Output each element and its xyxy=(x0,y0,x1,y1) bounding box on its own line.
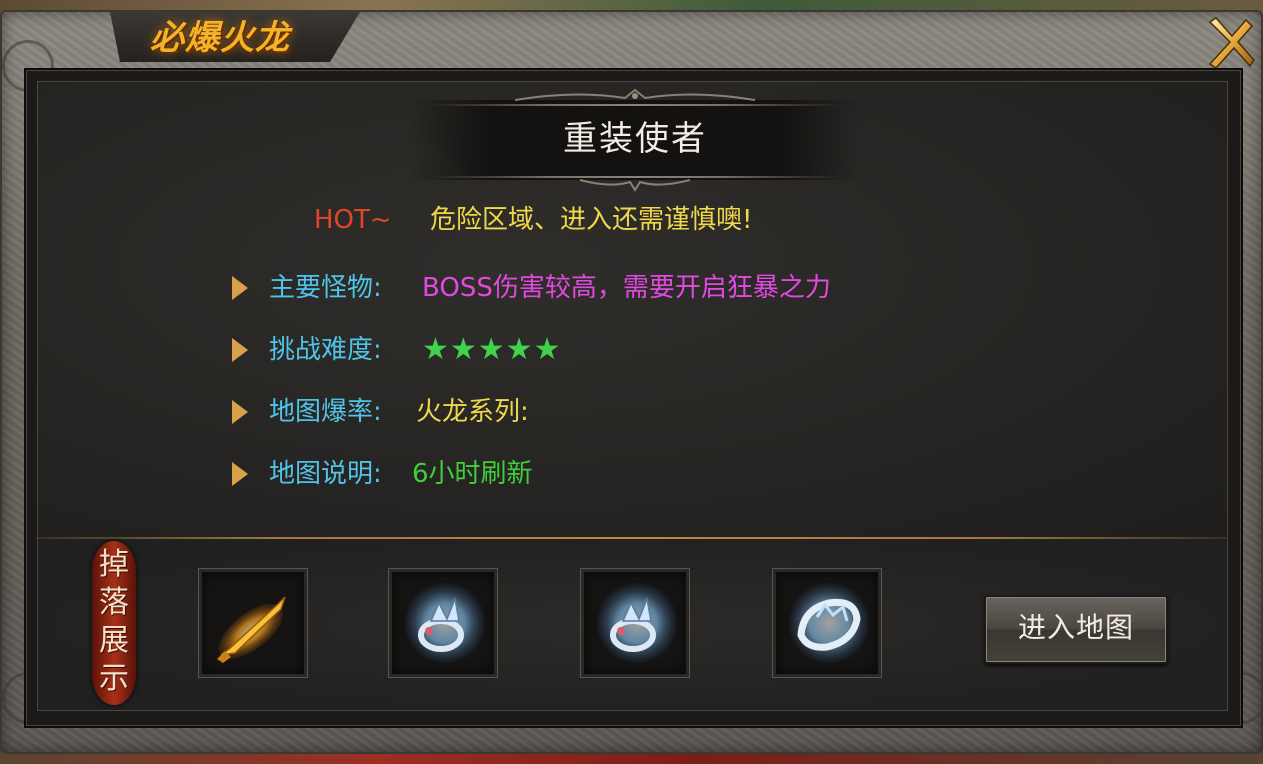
drop-slot-4[interactable] xyxy=(772,568,882,678)
bullet-arrow-icon xyxy=(232,338,248,362)
drop-slot-2[interactable] xyxy=(388,568,498,678)
flame-blade-icon xyxy=(217,596,286,663)
drop-slot-3[interactable] xyxy=(580,568,690,678)
close-icon xyxy=(1208,17,1255,69)
hot-row: HOT~ 危险区域、进入还需谨慎噢! xyxy=(0,200,1263,240)
info-label: 地图爆率: xyxy=(269,397,382,427)
info-label: 地图说明: xyxy=(269,459,382,489)
banner-ornament-top-icon xyxy=(515,88,755,101)
info-value-drop-rate: 火龙系列: xyxy=(416,397,529,427)
info-label: 主要怪物: xyxy=(269,273,382,303)
silver-bracelet-icon xyxy=(789,583,869,663)
banner-ornament-bottom-icon xyxy=(580,179,690,192)
info-label: 挑战难度: xyxy=(269,335,382,365)
bullet-arrow-icon xyxy=(232,276,248,300)
enter-map-button[interactable]: 进入地图 xyxy=(984,595,1168,664)
silver-ring-icon xyxy=(597,583,677,663)
silver-ring-icon xyxy=(405,583,485,663)
info-value-main-monster: BOSS伤害较高，需要开启狂暴之力 xyxy=(422,273,831,303)
dialog-title: 必爆火龙 xyxy=(150,18,290,58)
banner-line-top xyxy=(430,104,840,106)
bullet-arrow-icon xyxy=(232,462,248,486)
boss-name: 重装使者 xyxy=(563,119,707,159)
info-row-drop-rate: 地图爆率: 火龙系列: xyxy=(232,392,1032,432)
info-row-description: 地图说明: 6小时刷新 xyxy=(232,454,1032,494)
close-button[interactable] xyxy=(1200,14,1256,74)
difficulty-stars: ★★★★★ xyxy=(422,332,562,367)
section-divider xyxy=(37,537,1226,539)
bullet-arrow-icon xyxy=(232,400,248,424)
info-row-main-monster: 主要怪物: BOSS伤害较高，需要开启狂暴之力 xyxy=(232,268,1032,308)
info-value-description: 6小时刷新 xyxy=(412,459,533,489)
drops-label: 掉落展示 xyxy=(99,547,129,696)
drop-slot-1[interactable] xyxy=(198,568,308,678)
info-row-difficulty: 挑战难度: ★★★★★ xyxy=(232,330,1032,370)
hot-tag: HOT~ xyxy=(314,205,392,235)
hot-message: 危险区域、进入还需谨慎噢! xyxy=(430,205,753,235)
